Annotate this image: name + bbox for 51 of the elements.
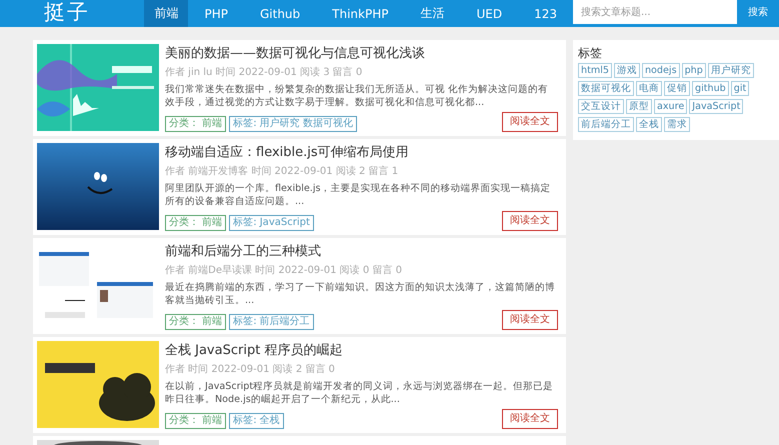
post-excerpt: 我们常常迷失在数据中，纷繁复杂的数据让我们无所适从。可视 化作为解决这问题的有效手段，通过视觉的方式让数字易于理解。数据可视化和信息可视化都... (165, 83, 550, 109)
tag-link[interactable]: 需求 (664, 117, 690, 132)
post-tags[interactable]: 标签: 全栈 (229, 413, 284, 429)
post-tags[interactable]: 标签: 前后端分工 (229, 314, 314, 330)
tag-link[interactable]: 数据可视化 (578, 81, 634, 96)
post-meta: 作者 jin lu 时间 2022-09-01 阅读 3 留言 0 (165, 66, 364, 79)
post-title[interactable]: 前端和后端分工的三种模式 (165, 243, 558, 261)
nav-tab[interactable]: ThinkPHP (316, 0, 404, 27)
tag-link[interactable]: 电商 (636, 81, 662, 96)
category-tag[interactable]: 分类： 前端 (165, 314, 226, 330)
nav-tab[interactable]: UED (460, 0, 518, 27)
tag-link[interactable]: php (682, 63, 706, 78)
tag-link[interactable]: 原型 (626, 99, 652, 114)
post-excerpt: 最近在捣腾前端的东西，学习了一下前端知识。因这方面的知识太浅薄了，这篇简陋的博客就当抛砖引玉。... (165, 281, 556, 307)
tag-link[interactable]: git (730, 81, 750, 96)
tag-link[interactable]: 游戏 (614, 63, 640, 78)
tag-link[interactable]: 全栈 (636, 117, 662, 132)
post-title[interactable]: 全栈 JavaScript 程序员的崛起 (165, 342, 558, 360)
category-tag[interactable]: 分类： 前端 (165, 413, 226, 429)
tag-link[interactable]: 前后端分工 (578, 117, 634, 132)
post-meta: 作者 前端开发博客 时间 2022-09-01 阅读 2 留言 1 (165, 165, 400, 178)
tag-link[interactable]: 交互设计 (578, 99, 624, 114)
read-more-button[interactable]: 阅读全文 (502, 409, 558, 429)
tag-link[interactable]: nodejs (642, 63, 680, 78)
nav-tab[interactable]: PHP (188, 0, 244, 27)
tag-link[interactable]: github (692, 81, 729, 96)
tag-link[interactable]: html5 (578, 63, 612, 78)
nav-tab[interactable]: Github (244, 0, 316, 27)
read-more-button[interactable]: 阅读全文 (502, 211, 558, 231)
post-title[interactable]: 移动端自适应：flexible.js可伸缩布局使用 (165, 144, 558, 162)
search-field[interactable]: 搜索文章标题... (573, 0, 737, 24)
post-tags[interactable]: 标签: JavaScript (229, 215, 314, 231)
nav-tab[interactable]: 123 (518, 0, 573, 27)
category-tag[interactable]: 分类： 前端 (165, 116, 226, 132)
post-tags[interactable]: 标签: 用户研究 数据可视化 (229, 116, 357, 132)
tag-link[interactable]: 促销 (664, 81, 690, 96)
read-more-button[interactable]: 阅读全文 (502, 310, 558, 330)
nav-tab[interactable]: 前端 (144, 0, 188, 27)
post-excerpt: 阿里团队开源的一个库。flexible.js，主要是实现在各种不同的移动端界面实现一稿搞定所有的设备兼容自适应问题。... (165, 182, 552, 208)
post-meta: 作者 前端De早读课 时间 2022-09-01 阅读 0 留言 0 (165, 264, 403, 277)
read-more-button[interactable]: 阅读全文 (502, 112, 558, 132)
tag-link[interactable]: 用户研究 (708, 63, 754, 78)
category-tag[interactable]: 分类： 前端 (165, 215, 226, 231)
site-logo[interactable]: 挺子 (0, 0, 144, 27)
sidebar-title: 标签 (578, 45, 603, 61)
post-excerpt: 在以前，JavaScript程序员就是前端开发者的同义词，永远与浏览器绑在一起。但那已是昨日往事。Node.js的崛起开启了一个新纪元，从此... (165, 380, 554, 406)
post-title[interactable]: 美丽的数据——数据可视化与信息可视化浅谈 (165, 45, 558, 63)
tag-link[interactable]: JavaScript (689, 99, 744, 114)
tag-link[interactable]: axure (654, 99, 688, 114)
nav-tab[interactable]: 生活 (404, 0, 460, 27)
post-meta: 作者 时间 2022-09-01 阅读 2 留言 0 (165, 363, 336, 376)
